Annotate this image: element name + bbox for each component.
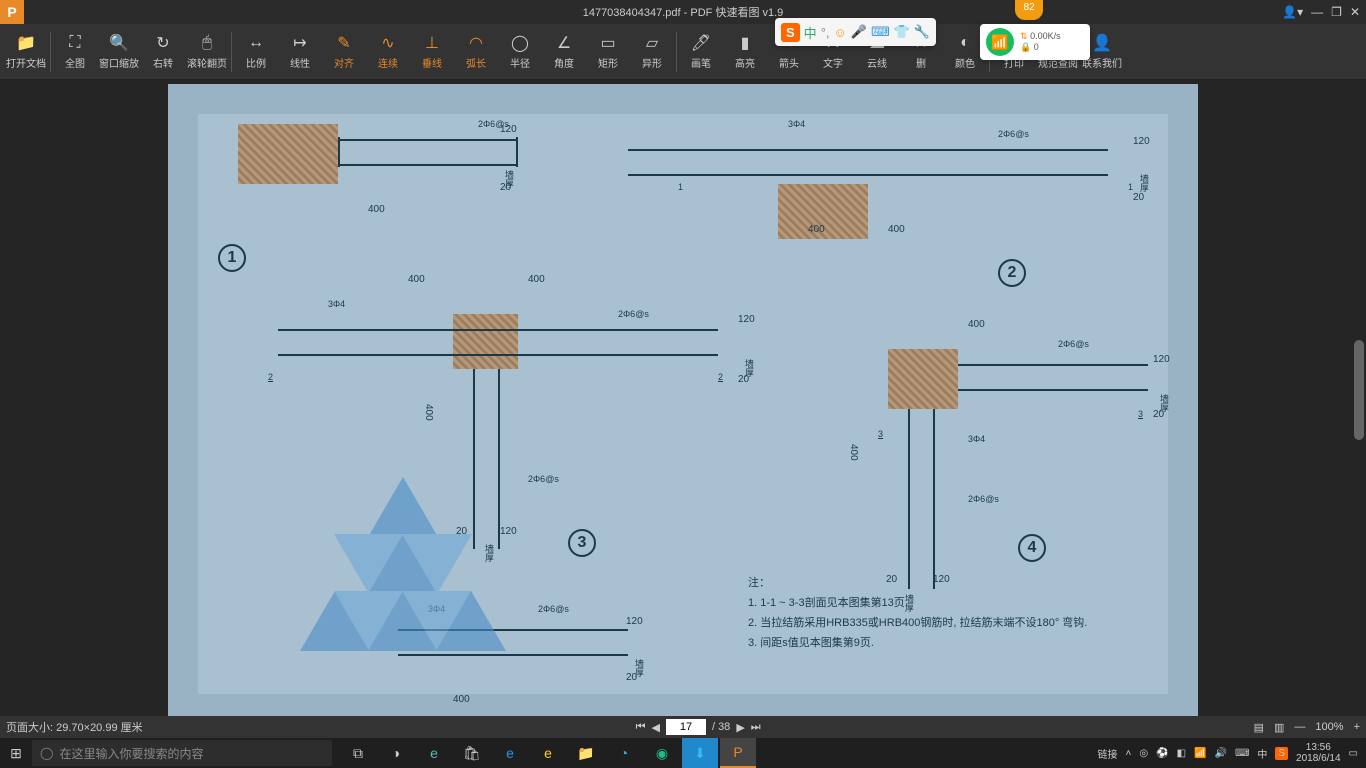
tool-弧长[interactable]: ◠弧长	[454, 26, 498, 78]
ime-toolbar[interactable]: S 中 °, ☺ 🎤 ⌨ 👕 🔧	[775, 18, 936, 46]
tool-高亮[interactable]: ▮高亮	[723, 26, 767, 78]
tray-volume-icon[interactable]: 🔊	[1214, 748, 1226, 759]
prev-page-button[interactable]: ◀	[651, 721, 659, 734]
task-app-3[interactable]: ◉	[644, 738, 680, 768]
tray-icon-2[interactable]: ⚽	[1156, 748, 1168, 759]
tray-clock[interactable]: 13:562018/6/14	[1296, 742, 1341, 764]
window-title: 1477038404347.pdf - PDF 快速看图 v1.9	[583, 4, 784, 20]
zoom-out-button[interactable]: —	[1294, 721, 1305, 733]
start-button[interactable]: ⊞	[0, 738, 32, 768]
tool-异形[interactable]: ▱异形	[630, 26, 674, 78]
tray-notifications-icon[interactable]: ▭	[1349, 748, 1358, 759]
tray-icon-1[interactable]: ◎	[1139, 748, 1148, 759]
ime-tools-icon[interactable]: 🔧	[914, 24, 930, 40]
detail-marker-3: 3	[568, 529, 596, 557]
task-app-4[interactable]: ⬇	[682, 738, 718, 768]
tool-滚轮翻页[interactable]: 🖱滚轮翻页	[185, 26, 229, 78]
tray-ime-icon[interactable]: 中	[1257, 746, 1267, 761]
page-size-label: 页面大小: 29.70×20.99 厘米	[6, 719, 143, 735]
minimize-button[interactable]: —	[1311, 5, 1323, 19]
tray-wifi-icon[interactable]: 📶	[1194, 748, 1206, 759]
tool-半径[interactable]: ◯半径	[498, 26, 542, 78]
close-button[interactable]: ✕	[1350, 5, 1360, 19]
network-speed-widget[interactable]: 📶 ⇅ 0.00K/s 🔒 0	[980, 24, 1090, 60]
tool-连续[interactable]: ∿连续	[366, 26, 410, 78]
first-page-button[interactable]: ⏮	[636, 721, 646, 734]
ime-emoji-icon[interactable]: ☺	[834, 25, 847, 40]
document-viewport[interactable]: 2Φ6@s 墙厚 400 120 20 1 3Φ4 2Φ6@s 墙厚 400 4…	[0, 80, 1366, 716]
tool-右转[interactable]: ↻右转	[141, 26, 185, 78]
drawing-notes: 注： 1. 1-1 ~ 3-3剖面见本图集第13页. 2. 当拉结筋采用HRB3…	[748, 574, 1108, 654]
page-input[interactable]	[666, 719, 706, 735]
tool-画笔[interactable]: 🖊画笔	[679, 26, 723, 78]
tool-矩形[interactable]: ▭矩形	[586, 26, 630, 78]
tool-窗口缩放[interactable]: 🔍窗口缩放	[97, 26, 141, 78]
sogou-logo-icon: S	[781, 23, 800, 42]
user-icon[interactable]: 👤▾	[1282, 5, 1303, 19]
task-view-icon[interactable]: ⧉	[340, 738, 376, 768]
tray-up-icon[interactable]: ˄	[1126, 748, 1132, 759]
task-ie-icon[interactable]: e	[416, 738, 452, 768]
tool-垂线[interactable]: ⊥垂线	[410, 26, 454, 78]
tray-conn-label: 链接	[1098, 746, 1118, 761]
zoom-in-button[interactable]: +	[1354, 721, 1360, 733]
ime-skin-icon[interactable]: 👕	[894, 24, 910, 40]
tool-全图[interactable]: ⛶全图	[53, 26, 97, 78]
tool-打开文档[interactable]: 📁打开文档	[4, 26, 48, 78]
cortana-icon: ◯	[40, 746, 53, 760]
ime-keyboard-icon[interactable]: ⌨	[871, 24, 890, 40]
task-app-1[interactable]: ◑	[378, 738, 414, 768]
watermark-logo	[318, 479, 488, 654]
task-store-icon[interactable]: 🛍	[454, 738, 490, 768]
detail-marker-2: 2	[998, 259, 1026, 287]
task-app-2[interactable]: ◔	[606, 738, 642, 768]
next-page-button[interactable]: ▶	[736, 721, 744, 734]
view-mode-icon[interactable]: ▤	[1254, 721, 1264, 734]
app-logo: P	[0, 0, 24, 24]
pdf-page: 2Φ6@s 墙厚 400 120 20 1 3Φ4 2Φ6@s 墙厚 400 4…	[168, 84, 1198, 716]
last-page-button[interactable]: ⏭	[751, 721, 761, 734]
detail-marker-1: 1	[218, 244, 246, 272]
ime-lang-label[interactable]: 中	[804, 23, 817, 42]
task-pdf-app[interactable]: P	[720, 738, 756, 768]
taskbar-search[interactable]: ◯ 在这里输入你要搜索的内容	[32, 740, 332, 766]
maximize-button[interactable]: ❐	[1331, 5, 1342, 19]
search-placeholder: 在这里输入你要搜索的内容	[59, 745, 203, 762]
task-edge-icon[interactable]: e	[492, 738, 528, 768]
tool-对齐[interactable]: ✎对齐	[322, 26, 366, 78]
scrollbar[interactable]	[1354, 340, 1364, 440]
status-bar: 页面大小: 29.70×20.99 厘米 ⏮ ◀ / 38 ▶ ⏭ ▤ ▥ — …	[0, 716, 1366, 738]
windows-taskbar: ⊞ ◯ 在这里输入你要搜索的内容 ⧉ ◑ e 🛍 e e 📁 ◔ ◉ ⬇ P 链…	[0, 738, 1366, 768]
view-single-icon[interactable]: ▥	[1274, 721, 1284, 734]
page-total: / 38	[712, 721, 730, 733]
tool-角度[interactable]: ∠角度	[542, 26, 586, 78]
wifi-icon: 📶	[986, 28, 1014, 56]
tool-线性[interactable]: ↦线性	[278, 26, 322, 78]
detail-marker-4: 4	[1018, 534, 1046, 562]
ime-mic-icon[interactable]: 🎤	[851, 24, 867, 40]
ime-punct-icon[interactable]: °,	[821, 25, 830, 40]
tray-keyboard-icon[interactable]: ⌨	[1235, 748, 1249, 759]
zoom-level: 100%	[1315, 721, 1343, 733]
tool-比例[interactable]: ↔比例	[234, 26, 278, 78]
tray-sogou-icon[interactable]: S	[1275, 747, 1288, 760]
acceleration-badge[interactable]: 82	[1015, 0, 1043, 20]
task-explorer-icon[interactable]: 📁	[568, 738, 604, 768]
toolbar: 📁打开文档⛶全图🔍窗口缩放↻右转🖱滚轮翻页↔比例↦线性✎对齐∿连续⊥垂线◠弧长◯…	[0, 24, 1366, 80]
task-ie2-icon[interactable]: e	[530, 738, 566, 768]
tray-icon-3[interactable]: ◧	[1177, 748, 1186, 759]
